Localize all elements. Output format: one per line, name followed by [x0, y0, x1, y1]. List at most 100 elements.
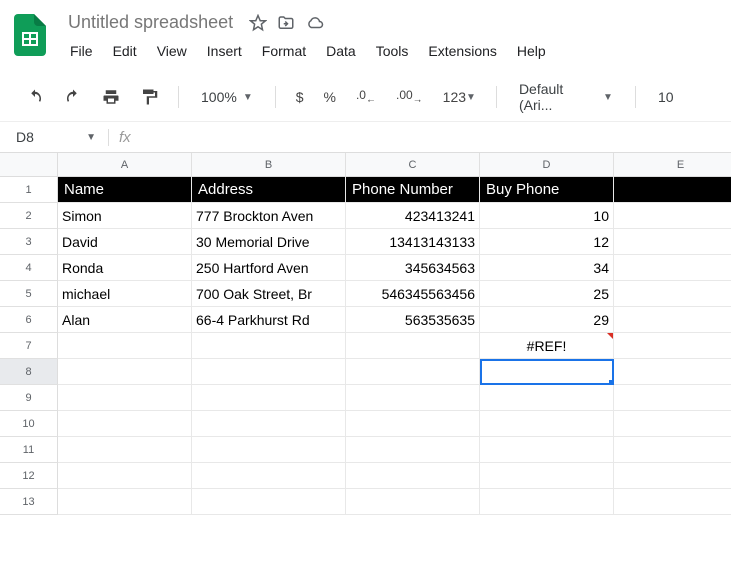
zoom-select[interactable]: 100%▼ [193, 89, 261, 105]
cell[interactable] [346, 489, 480, 515]
cell[interactable]: Name [58, 177, 192, 203]
undo-button[interactable] [20, 84, 50, 110]
cell[interactable] [480, 437, 614, 463]
cell[interactable] [614, 359, 731, 385]
cell[interactable] [192, 411, 346, 437]
column-header[interactable]: B [192, 153, 346, 177]
cell[interactable] [346, 359, 480, 385]
cell[interactable]: 29 [480, 307, 614, 333]
cell[interactable]: 423413241 [346, 203, 480, 229]
formula-bar[interactable] [141, 126, 731, 148]
cell[interactable] [192, 385, 346, 411]
cell[interactable] [614, 463, 731, 489]
currency-button[interactable]: $ [290, 85, 310, 109]
cell[interactable]: Ronda [58, 255, 192, 281]
cell[interactable] [614, 177, 731, 203]
row-header[interactable]: 5 [0, 281, 58, 307]
star-icon[interactable] [249, 14, 267, 32]
cell[interactable] [614, 385, 731, 411]
menu-edit[interactable]: Edit [105, 39, 145, 63]
cell[interactable] [58, 437, 192, 463]
row-header[interactable]: 1 [0, 177, 58, 203]
cell[interactable]: 777 Brockton Aven [192, 203, 346, 229]
cell[interactable] [346, 437, 480, 463]
percent-button[interactable]: % [318, 85, 342, 109]
paint-format-button[interactable] [134, 84, 164, 110]
sheets-logo[interactable] [10, 8, 50, 62]
menu-extensions[interactable]: Extensions [420, 39, 504, 63]
move-folder-icon[interactable] [277, 14, 295, 32]
cell[interactable]: 345634563 [346, 255, 480, 281]
row-header[interactable]: 3 [0, 229, 58, 255]
cell[interactable] [614, 333, 731, 359]
cell[interactable]: 13413143133 [346, 229, 480, 255]
cell[interactable] [614, 437, 731, 463]
cell[interactable] [58, 359, 192, 385]
row-header[interactable]: 2 [0, 203, 58, 229]
cell[interactable]: Address [192, 177, 346, 203]
cell[interactable] [346, 333, 480, 359]
cell[interactable]: 10 [480, 203, 614, 229]
row-header[interactable]: 10 [0, 411, 58, 437]
print-button[interactable] [96, 84, 126, 110]
cell[interactable] [480, 489, 614, 515]
cell[interactable] [480, 385, 614, 411]
cell[interactable]: Phone Number [346, 177, 480, 203]
cell[interactable] [58, 463, 192, 489]
fill-handle[interactable] [609, 380, 614, 385]
menu-help[interactable]: Help [509, 39, 554, 63]
cell[interactable]: Buy Phone [480, 177, 614, 203]
column-header[interactable]: C [346, 153, 480, 177]
cell[interactable]: 563535635 [346, 307, 480, 333]
cell[interactable] [192, 333, 346, 359]
cell[interactable] [480, 411, 614, 437]
select-all-corner[interactable] [0, 153, 58, 177]
cell[interactable]: 546345563456 [346, 281, 480, 307]
cell[interactable] [614, 307, 731, 333]
cell[interactable]: David [58, 229, 192, 255]
redo-button[interactable] [58, 84, 88, 110]
cell[interactable] [346, 411, 480, 437]
menu-data[interactable]: Data [318, 39, 364, 63]
row-header[interactable]: 12 [0, 463, 58, 489]
row-header[interactable]: 4 [0, 255, 58, 281]
cell[interactable] [192, 359, 346, 385]
row-header[interactable]: 11 [0, 437, 58, 463]
row-header[interactable]: 13 [0, 489, 58, 515]
cell[interactable]: michael [58, 281, 192, 307]
number-format-button[interactable]: 123 ▼ [437, 85, 482, 109]
cell[interactable] [192, 489, 346, 515]
row-header[interactable]: 7 [0, 333, 58, 359]
cell[interactable] [614, 489, 731, 515]
cell[interactable]: 700 Oak Street, Br [192, 281, 346, 307]
cell[interactable]: 30 Memorial Drive [192, 229, 346, 255]
cloud-status-icon[interactable] [305, 14, 325, 32]
cell[interactable] [58, 411, 192, 437]
cell[interactable] [614, 281, 731, 307]
menu-tools[interactable]: Tools [368, 39, 417, 63]
name-box[interactable]: D8▼ [10, 127, 102, 147]
font-family-select[interactable]: Default (Ari...▼ [511, 81, 621, 113]
cell[interactable]: 66-4 Parkhurst Rd [192, 307, 346, 333]
row-header[interactable]: 9 [0, 385, 58, 411]
cell[interactable] [192, 463, 346, 489]
column-header[interactable]: D [480, 153, 614, 177]
cell[interactable] [614, 255, 731, 281]
row-header[interactable]: 6 [0, 307, 58, 333]
decrease-decimal-button[interactable]: .0← [350, 84, 382, 109]
cell[interactable]: 250 Hartford Aven [192, 255, 346, 281]
menu-file[interactable]: File [62, 39, 101, 63]
active-cell[interactable] [480, 359, 614, 385]
document-title[interactable]: Untitled spreadsheet [62, 10, 239, 35]
font-size-select[interactable]: 10 [650, 89, 682, 105]
cell[interactable] [58, 333, 192, 359]
cell[interactable] [614, 411, 731, 437]
increase-decimal-button[interactable]: .00→ [390, 84, 429, 109]
cell[interactable] [192, 437, 346, 463]
row-header[interactable]: 8 [0, 359, 58, 385]
column-header[interactable]: A [58, 153, 192, 177]
menu-format[interactable]: Format [254, 39, 314, 63]
cell[interactable]: 12 [480, 229, 614, 255]
column-header[interactable]: E [614, 153, 731, 177]
menu-insert[interactable]: Insert [199, 39, 250, 63]
